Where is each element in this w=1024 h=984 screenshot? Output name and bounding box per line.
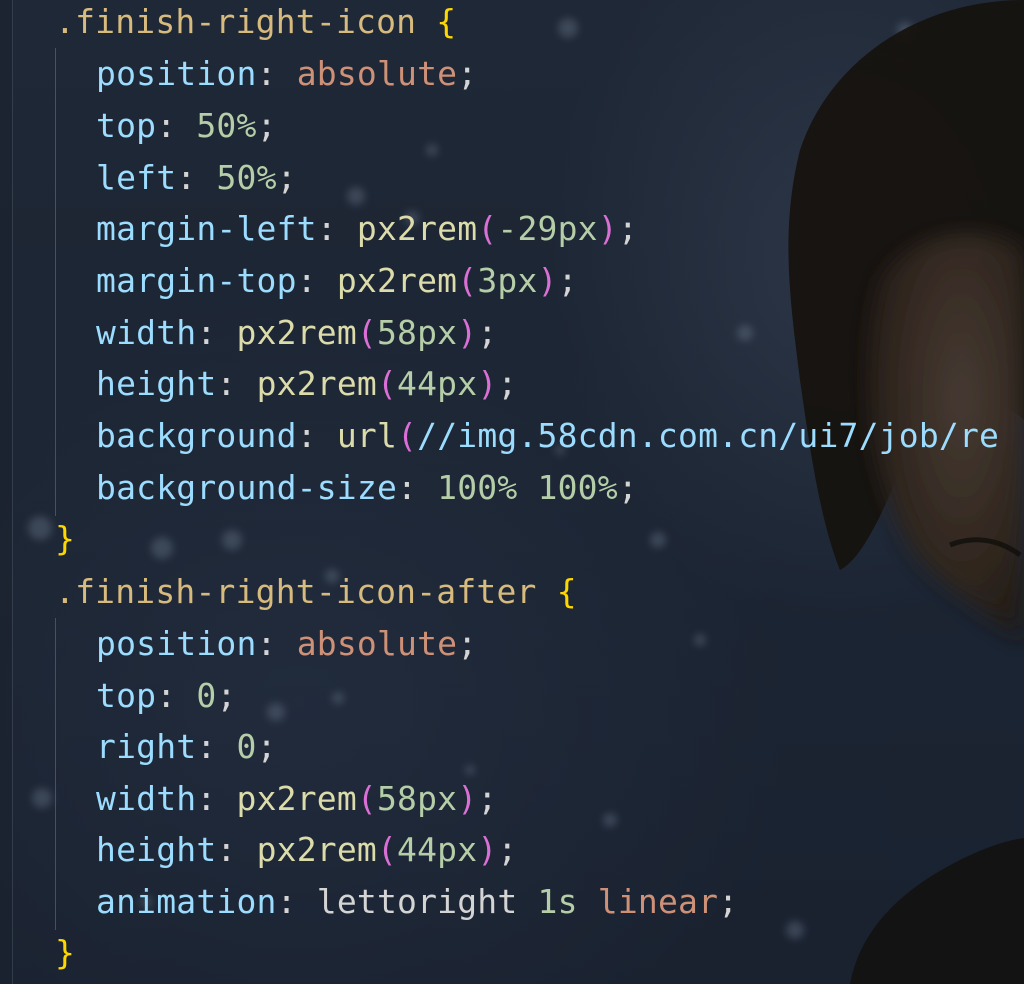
css-value: absolute: [296, 624, 458, 663]
close-brace: }: [55, 519, 76, 558]
code-line-width-2: width: px2rem(58px);: [96, 779, 498, 818]
code-line-top-2: top: 0;: [96, 676, 237, 715]
css-property: margin-left: [96, 209, 317, 248]
css-property: width: [96, 313, 197, 352]
animation-timing: linear: [597, 882, 719, 921]
css-value: 0: [196, 676, 217, 715]
css-selector: .finish-right-icon: [55, 2, 417, 41]
css-function: px2rem: [336, 261, 458, 300]
css-value: 44px: [397, 830, 478, 869]
css-property: height: [96, 830, 217, 869]
css-value: 58px: [376, 313, 458, 352]
code-line-close-1: }: [55, 513, 75, 565]
code-line-left: left: 50%;: [96, 158, 297, 197]
css-property: right: [96, 727, 197, 766]
code-line-height-2: height: px2rem(44px);: [96, 830, 518, 869]
css-value: 100%: [437, 468, 518, 507]
code-editor[interactable]: .finish-right-icon { position: absolute;…: [0, 0, 1024, 984]
code-line-height: height: px2rem(44px);: [96, 364, 518, 403]
open-brace: {: [556, 572, 577, 611]
css-function: px2rem: [236, 313, 357, 352]
css-value: 3px: [477, 261, 538, 300]
css-property: background: [96, 416, 297, 455]
css-function: px2rem: [256, 364, 377, 403]
css-function: px2rem: [356, 209, 478, 248]
code-line-position: position: absolute;: [96, 54, 478, 93]
css-property: animation: [96, 882, 277, 921]
css-function: px2rem: [236, 779, 357, 818]
code-line-right-2: right: 0;: [96, 727, 277, 766]
code-line-margin-top: margin-top: px2rem(3px);: [96, 261, 578, 300]
css-value: 50%: [216, 158, 277, 197]
css-function: px2rem: [256, 830, 377, 869]
code-line-width: width: px2rem(58px);: [96, 313, 498, 352]
css-value: 100%: [537, 468, 618, 507]
css-value: -29px: [497, 209, 598, 248]
css-property: background-size: [96, 468, 398, 507]
css-url: //img.58cdn.com.cn/ui7/job/re: [417, 416, 1000, 455]
code-line-animation-2: animation: lettoright 1s linear;: [96, 882, 739, 921]
css-property: height: [96, 364, 217, 403]
css-property: position: [96, 54, 257, 93]
code-line-background: background: url(//img.58cdn.com.cn/ui7/j…: [96, 416, 1000, 455]
open-brace: {: [436, 2, 457, 41]
css-property: width: [96, 779, 197, 818]
code-line-background-size: background-size: 100% 100%;: [96, 468, 638, 507]
css-value: absolute: [296, 54, 458, 93]
css-value: 0: [236, 727, 257, 766]
animation-duration: 1s: [537, 882, 578, 921]
code-line-selector-1: .finish-right-icon {: [55, 0, 456, 48]
css-function: url: [336, 416, 398, 455]
css-value: 50%: [196, 106, 257, 145]
code-line-top: top: 50%;: [96, 106, 277, 145]
code-line-position-2: position: absolute;: [96, 624, 478, 663]
css-property: top: [96, 106, 157, 145]
css-property: margin-top: [96, 261, 297, 300]
css-value: 58px: [376, 779, 458, 818]
css-value: 44px: [397, 364, 478, 403]
code-line-selector-2: .finish-right-icon-after {: [55, 566, 577, 618]
css-property: position: [96, 624, 257, 663]
css-selector: .finish-right-icon-after: [55, 572, 537, 611]
css-property: left: [96, 158, 177, 197]
code-line-margin-left: margin-left: px2rem(-29px);: [96, 209, 638, 248]
code-line-close-2: }: [55, 927, 75, 979]
close-brace: }: [55, 933, 76, 972]
animation-name: lettoright: [316, 882, 518, 921]
css-property: top: [96, 676, 157, 715]
